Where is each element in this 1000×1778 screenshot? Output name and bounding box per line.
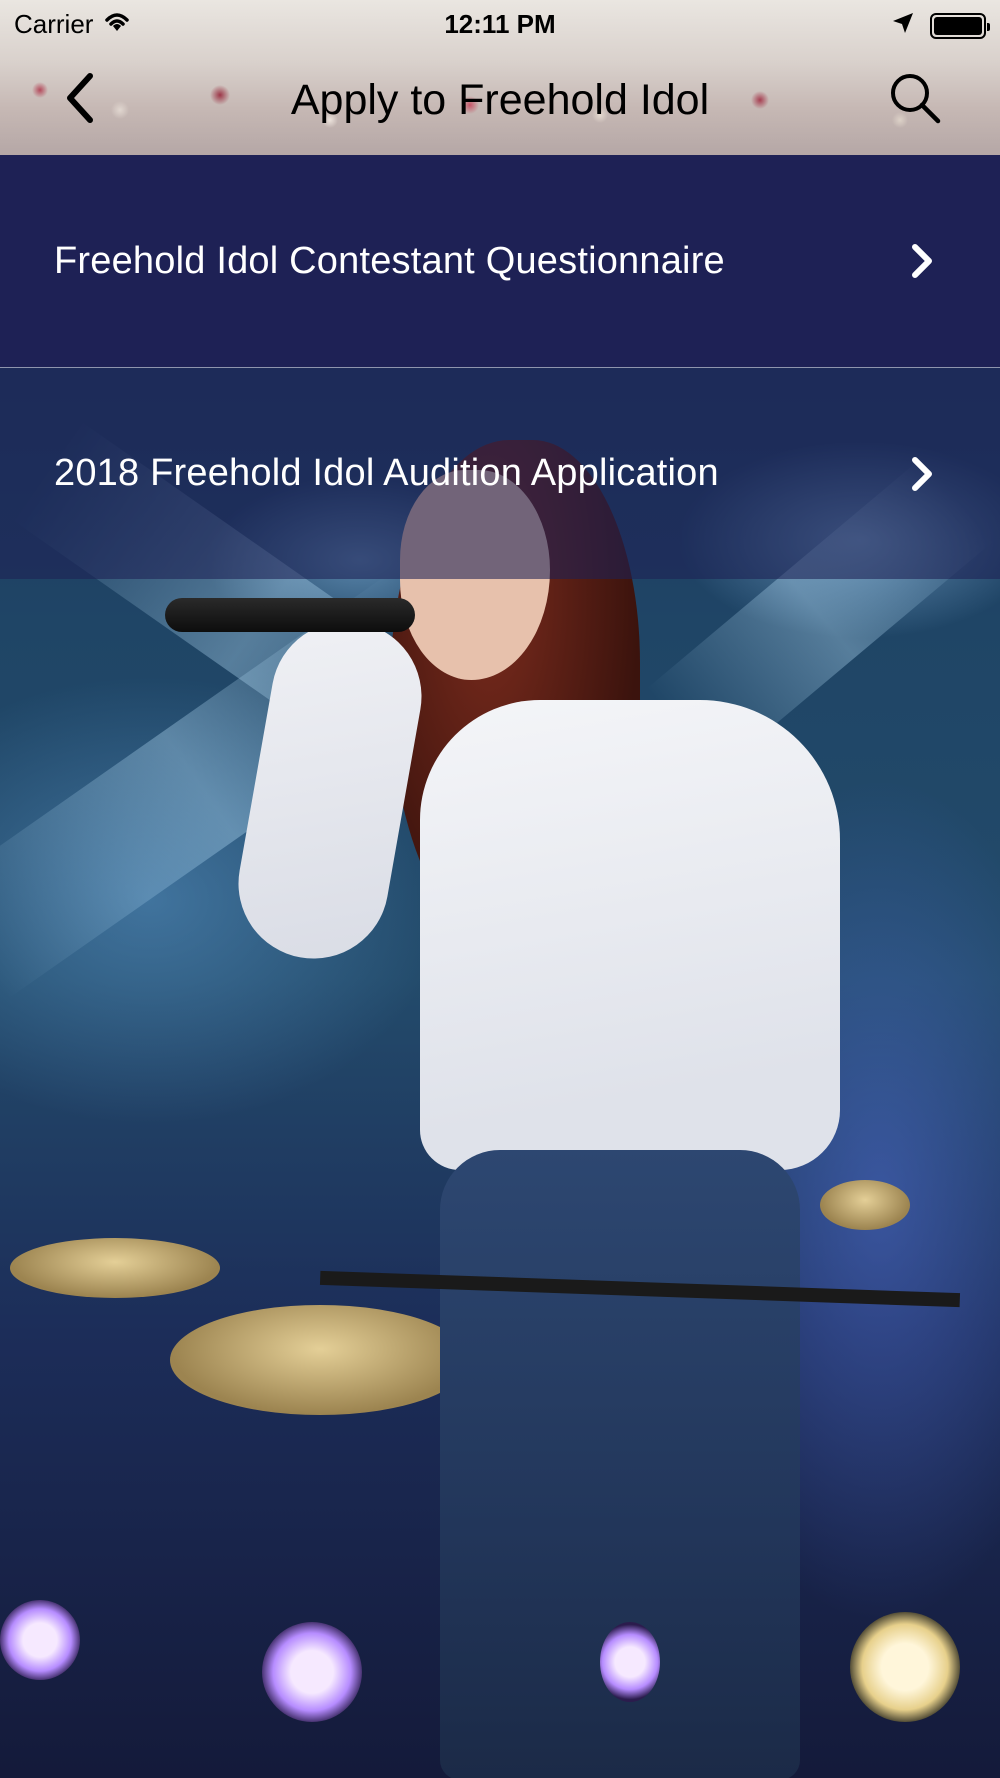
status-bar: Carrier 12:11 PM: [0, 0, 1000, 48]
nav-bar: Apply to Freehold Idol: [0, 48, 1000, 155]
search-icon: [888, 71, 942, 130]
chevron-right-icon: [902, 241, 942, 281]
status-right: [892, 10, 990, 41]
stage-light: [262, 1622, 362, 1722]
cymbal: [10, 1238, 220, 1298]
cymbal: [820, 1180, 910, 1230]
cymbal: [170, 1305, 470, 1415]
list-item-label: 2018 Freehold Idol Audition Application: [54, 452, 719, 494]
stage-light: [600, 1622, 660, 1702]
stage-light: [850, 1612, 960, 1722]
location-arrow-icon: [892, 10, 914, 41]
microphone: [165, 598, 415, 632]
stage-light: [0, 1600, 80, 1680]
search-button[interactable]: [885, 70, 945, 130]
application-list: Freehold Idol Contestant Questionnaire 2…: [0, 155, 1000, 579]
singer-shirt: [420, 700, 840, 1170]
battery-icon: [930, 12, 990, 39]
status-time: 12:11 PM: [444, 9, 556, 39]
battery-fill: [934, 16, 982, 35]
list-item-audition-application[interactable]: 2018 Freehold Idol Audition Application: [0, 367, 1000, 579]
list-item-label: Freehold Idol Contestant Questionnaire: [54, 239, 725, 282]
chevron-right-icon: [902, 454, 942, 494]
list-item-contestant-questionnaire[interactable]: Freehold Idol Contestant Questionnaire: [0, 155, 1000, 367]
page-title: Apply to Freehold Idol: [290, 76, 710, 124]
